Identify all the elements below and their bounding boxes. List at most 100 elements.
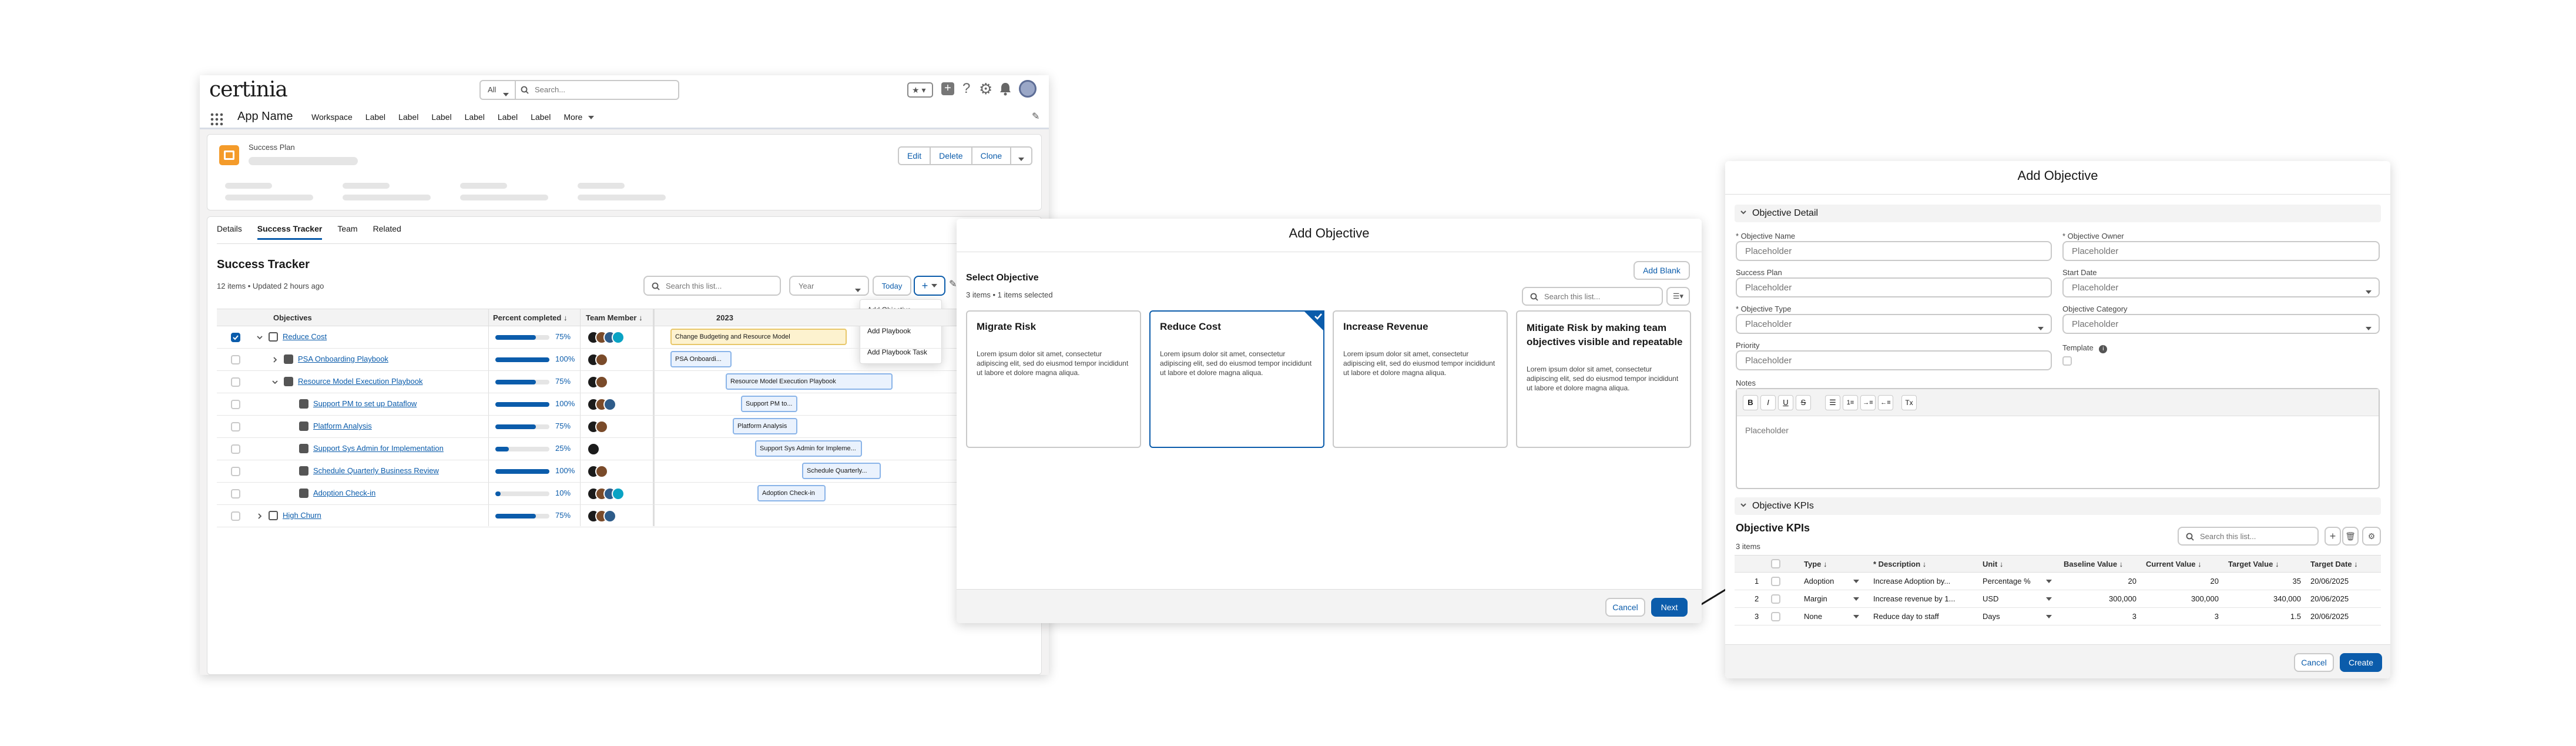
col-unit[interactable]: Unit ↓ xyxy=(1983,556,2003,573)
gantt-bar[interactable]: Resource Model Execution Playbook xyxy=(726,373,893,390)
objective-link[interactable]: PSA Onboarding Playbook xyxy=(298,354,388,363)
table-row[interactable]: Platform Analysis 75% Platform Analysis xyxy=(217,416,1033,438)
add-blank-button[interactable]: Add Blank xyxy=(1634,261,1690,280)
kpi-type[interactable]: None xyxy=(1804,608,1863,625)
team-member-avatar[interactable] xyxy=(595,376,608,389)
team-member-avatar[interactable] xyxy=(612,487,625,500)
underline-icon[interactable]: U xyxy=(1778,395,1793,410)
help-icon[interactable]: ? xyxy=(962,81,970,97)
add-kpi-icon[interactable]: + xyxy=(2325,527,2341,546)
objective-card-increase-revenue[interactable]: Increase Revenue Lorem ipsum dolor sit a… xyxy=(1333,310,1508,448)
tab-details[interactable]: Details xyxy=(217,224,242,240)
objective-link[interactable]: Schedule Quarterly Business Review xyxy=(313,466,439,475)
italic-icon[interactable]: I xyxy=(1760,395,1776,410)
team-member-avatar[interactable] xyxy=(595,353,608,366)
row-checkbox[interactable] xyxy=(231,467,240,476)
nav-item-label[interactable]: Label xyxy=(531,112,551,122)
kpi-description[interactable]: Reduce day to staff xyxy=(1873,608,1939,625)
gantt-bar[interactable]: Schedule Quarterly... xyxy=(802,463,881,479)
table-row[interactable]: Schedule Quarterly Business Review 100% Sc… xyxy=(217,460,1033,483)
col-description[interactable]: * Description ↓ xyxy=(1873,556,1926,573)
row-checkbox[interactable] xyxy=(231,511,240,521)
cancel-button[interactable]: Cancel xyxy=(2294,653,2334,672)
list-search-input[interactable]: Search this list... xyxy=(643,276,781,296)
tab-related[interactable]: Related xyxy=(373,224,401,240)
favorites-icon[interactable]: ★ ▾ xyxy=(907,82,933,98)
kpi-current-value[interactable]: 300,000 xyxy=(2146,590,2219,608)
delete-kpi-icon[interactable]: 🗑 xyxy=(2342,527,2359,546)
tab-team[interactable]: Team xyxy=(337,224,357,240)
objective-link[interactable]: High Churn xyxy=(283,511,321,520)
col-current-value[interactable]: Current Value ↓ xyxy=(2146,556,2202,573)
objective-category-select[interactable]: Placeholder xyxy=(2062,314,2380,334)
kpi-target-date[interactable]: 20/06/2025 xyxy=(2310,590,2349,608)
row-checkbox[interactable] xyxy=(1771,594,1780,604)
tab-success-tracker[interactable]: Success Tracker xyxy=(257,224,323,240)
row-checkbox[interactable] xyxy=(231,333,240,342)
bullet-list-icon[interactable]: ☰ xyxy=(1825,395,1840,410)
clone-button[interactable]: Clone xyxy=(972,148,1012,164)
objective-name-input[interactable]: Placeholder xyxy=(1736,241,2052,261)
kpi-current-value[interactable]: 20 xyxy=(2146,573,2219,590)
objective-link[interactable]: Platform Analysis xyxy=(313,421,372,430)
row-checkbox[interactable] xyxy=(1771,577,1780,586)
objective-link[interactable]: Support PM to set up Dataflow xyxy=(313,399,417,408)
kpi-unit[interactable]: Days xyxy=(1983,608,2053,625)
col-target-date[interactable]: Target Date ↓ xyxy=(2310,556,2358,573)
objective-owner-input[interactable]: Placeholder xyxy=(2062,241,2380,261)
user-avatar[interactable] xyxy=(1019,80,1037,98)
kpi-type[interactable]: Adoption xyxy=(1804,573,1863,590)
table-row[interactable]: Resource Model Execution Playbook 75% Reso… xyxy=(217,371,1033,393)
kpi-description[interactable]: Increase Adoption by... xyxy=(1873,573,1950,590)
objective-link[interactable]: Reduce Cost xyxy=(283,332,327,341)
collapse-chevron-icon[interactable] xyxy=(272,379,278,385)
gantt-bar[interactable]: Platform Analysis xyxy=(733,418,797,434)
kpi-target-date[interactable]: 20/06/2025 xyxy=(2310,608,2349,625)
kpi-target-value[interactable]: 1.5 xyxy=(2228,608,2301,625)
objective-link[interactable]: Support Sys Admin for Implementation xyxy=(313,444,444,453)
kpi-target-value[interactable]: 340,000 xyxy=(2228,590,2301,608)
col-baseline-value[interactable]: Baseline Value ↓ xyxy=(2064,556,2123,573)
col-type[interactable]: Type ↓ xyxy=(1804,556,1827,573)
kpi-row[interactable]: 2 Margin Increase revenue by 1... USD 30… xyxy=(1735,590,2381,608)
priority-input[interactable]: Placeholder xyxy=(1736,350,2052,370)
search-scope[interactable]: All xyxy=(488,85,496,94)
bold-icon[interactable]: B xyxy=(1743,395,1758,410)
team-member-avatar[interactable] xyxy=(603,398,616,411)
clear-format-icon[interactable]: Tx xyxy=(1901,395,1917,410)
table-row[interactable]: Reduce Cost 75% Change Budgeting and Resou… xyxy=(217,326,1033,349)
numbered-list-icon[interactable]: 1≡ xyxy=(1843,395,1858,410)
settings-gear-icon[interactable]: ⚙ xyxy=(979,80,992,98)
nav-item-label[interactable]: Label xyxy=(431,112,451,122)
col-objectives[interactable]: Objectives xyxy=(273,309,312,327)
team-member-avatar[interactable] xyxy=(595,465,608,478)
add-menu-button[interactable]: + xyxy=(914,276,945,296)
next-button[interactable]: Next xyxy=(1651,598,1688,617)
objective-link[interactable]: Adoption Check-in xyxy=(313,489,375,497)
gantt-bar[interactable]: Change Budgeting and Resource Model xyxy=(670,329,847,345)
collapse-chevron-icon[interactable] xyxy=(257,334,263,340)
objective-type-select[interactable]: Placeholder xyxy=(1736,314,2052,334)
section-objective-kpis[interactable]: Objective KPIs xyxy=(1735,497,2381,515)
gantt-bar[interactable]: PSA Onboardi... xyxy=(670,351,732,367)
expand-chevron-icon[interactable] xyxy=(257,513,263,519)
create-button[interactable]: Create xyxy=(2340,653,2382,672)
cancel-button[interactable]: Cancel xyxy=(1605,598,1645,617)
col-percent-completed[interactable]: Percent completed ↓ xyxy=(493,309,567,327)
row-checkbox[interactable] xyxy=(231,377,240,387)
col-target-value[interactable]: Target Value ↓ xyxy=(2228,556,2279,573)
today-button[interactable]: Today xyxy=(873,276,911,296)
row-checkbox[interactable] xyxy=(231,422,240,431)
table-row[interactable]: Adoption Check-in 10% Adoption Check-in xyxy=(217,483,1033,505)
team-member-avatar[interactable] xyxy=(603,510,616,523)
expand-chevron-icon[interactable] xyxy=(272,357,278,363)
kpi-row[interactable]: 1 Adoption Increase Adoption by... Perce… xyxy=(1735,573,2381,590)
kpi-search-input[interactable]: Search this list... xyxy=(2178,527,2319,546)
kpi-target-date[interactable]: 20/06/2025 xyxy=(2310,573,2349,590)
table-row[interactable]: PSA Onboarding Playbook 100% PSA Onboardi.… xyxy=(217,349,1033,371)
nav-item-label[interactable]: Label xyxy=(398,112,418,122)
row-checkbox[interactable] xyxy=(231,355,240,364)
app-launcher-icon[interactable] xyxy=(210,113,223,126)
outdent-icon[interactable]: ←≡ xyxy=(1878,395,1893,410)
indent-icon[interactable]: →≡ xyxy=(1860,395,1876,410)
